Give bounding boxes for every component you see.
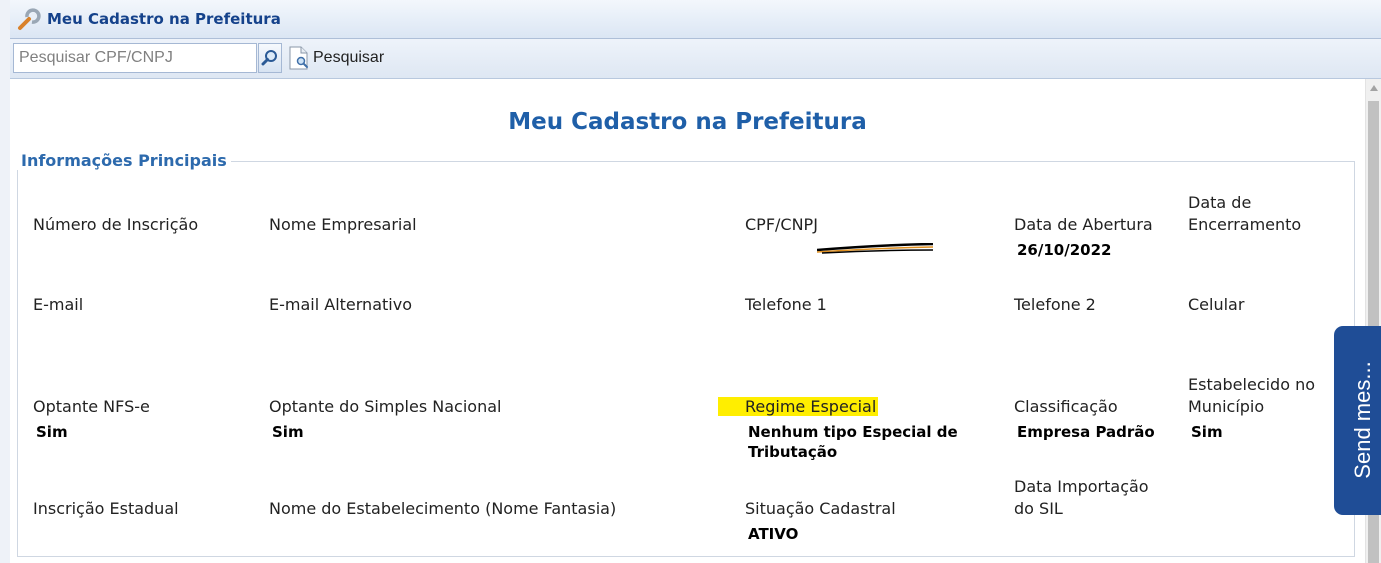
wrench-icon (16, 7, 42, 31)
pesquisar-label: Pesquisar (313, 49, 385, 66)
regime-especial-highlight: Regime Especial (718, 397, 879, 416)
email-label: E-mail (33, 295, 84, 314)
optante-simples-label: Optante do Simples Nacional (269, 397, 502, 416)
numero-inscricao-label: Número de Inscrição (33, 215, 199, 234)
scroll-up-arrow-icon[interactable] (1370, 85, 1378, 91)
send-message-label: Send mes... (1350, 361, 1375, 479)
window-titlebar: Meu Cadastro na Prefeitura (10, 0, 1381, 39)
data-encerramento-label-2: Encerramento (1188, 215, 1302, 234)
email-alternativo-label: E-mail Alternativo (269, 295, 412, 314)
regime-especial-label: Regime Especial (718, 396, 879, 418)
search-toolbar: Pesquisar (10, 39, 1381, 79)
main-content: Meu Cadastro na Prefeitura Informações P… (10, 79, 1365, 563)
telefone1-label: Telefone 1 (745, 295, 827, 314)
informacoes-principais-fieldset (17, 161, 1355, 557)
regime-especial-value-1: Nenhum tipo Especial de (748, 423, 958, 441)
send-message-tab[interactable]: Send mes... (1334, 326, 1381, 515)
data-abertura-value: 26/10/2022 (1017, 241, 1112, 259)
magnifier-icon (261, 50, 277, 66)
cpf-cnpj-redaction (817, 243, 934, 254)
regime-especial-value-2: Tributação (748, 443, 838, 461)
estabelecido-label-2: Município (1188, 397, 1265, 416)
classificacao-label: Classificação (1014, 397, 1118, 416)
page-title: Meu Cadastro na Prefeitura (508, 109, 867, 135)
section-legend: Informações Principais (17, 151, 231, 170)
situacao-cadastral-value: ATIVO (748, 525, 799, 543)
optante-nfse-value: Sim (36, 423, 68, 441)
data-abertura-label: Data de Abertura (1014, 215, 1153, 234)
optante-simples-value: Sim (272, 423, 304, 441)
data-importacao-label-1: Data Importação (1014, 477, 1149, 496)
window-title: Meu Cadastro na Prefeitura (47, 10, 281, 28)
situacao-cadastral-label: Situação Cadastral (745, 499, 896, 518)
optante-nfse-label: Optante NFS-e (33, 397, 150, 416)
search-input[interactable] (13, 43, 257, 73)
celular-label: Celular (1188, 295, 1245, 314)
cpf-cnpj-label: CPF/CNPJ (745, 215, 818, 234)
document-search-icon (289, 46, 308, 70)
search-button[interactable] (258, 43, 282, 73)
estabelecido-value: Sim (1191, 423, 1223, 441)
nome-estabelecimento-label: Nome do Estabelecimento (Nome Fantasia) (269, 499, 617, 518)
data-encerramento-label-1: Data de (1188, 193, 1252, 212)
inscricao-estadual-label: Inscrição Estadual (33, 499, 179, 518)
classificacao-value: Empresa Padrão (1017, 423, 1155, 441)
nome-empresarial-label: Nome Empresarial (269, 215, 417, 234)
telefone2-label: Telefone 2 (1014, 295, 1096, 314)
estabelecido-label-1: Estabelecido no (1188, 375, 1316, 394)
data-importacao-label-2: do SIL (1014, 499, 1063, 518)
